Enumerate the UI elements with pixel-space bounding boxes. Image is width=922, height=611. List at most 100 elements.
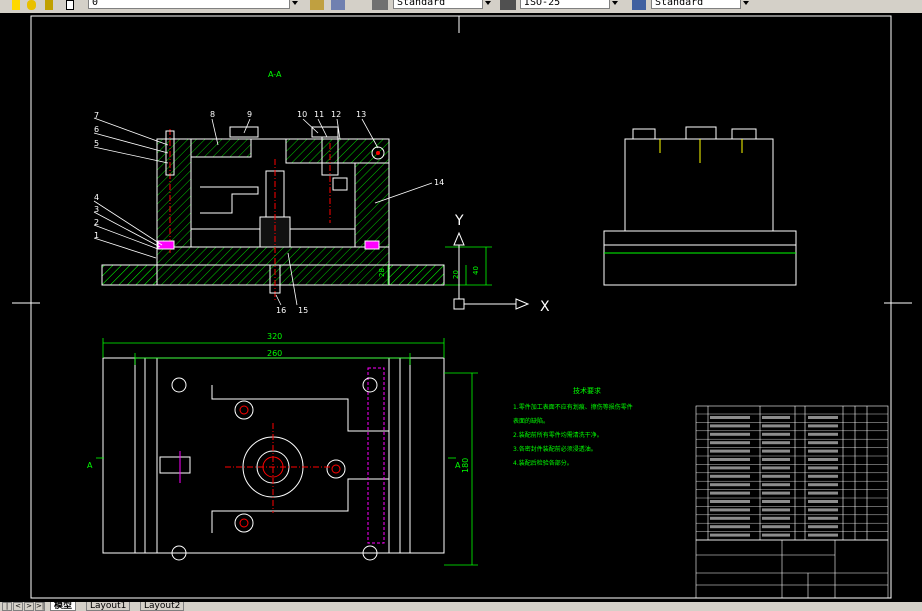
- side-view: [603, 126, 797, 286]
- ucs-y-label: Y: [454, 213, 464, 229]
- bom-cell-text: [710, 533, 750, 537]
- bom-cell-text: [808, 491, 838, 495]
- bom-cell-text: [808, 474, 838, 478]
- dim-28: 28: [378, 268, 386, 277]
- bom-cell-text: [762, 441, 790, 445]
- bom-cell-text: [762, 416, 790, 419]
- bom-cell-text: [762, 466, 790, 470]
- bom-cell-text: [710, 466, 750, 470]
- ucs-x-label: X: [540, 299, 550, 315]
- part-num-6: 6: [94, 125, 99, 134]
- bom-cell-text: [808, 432, 838, 436]
- last-tab-button[interactable]: >|: [35, 602, 45, 611]
- part-num-10: 10: [297, 110, 307, 119]
- section-mark-left: A: [87, 461, 93, 470]
- drawing-canvas[interactable]: A-A 7 6 5 4 3 2 1 8 9 10 11 12 13 14 15 …: [0, 13, 922, 602]
- bom-cell-text: [710, 508, 750, 512]
- tech-req-line-5: 4.装配后检验各部分。: [513, 459, 573, 467]
- part-num-12: 12: [331, 110, 341, 119]
- tech-req-line-2: 表面的缺陷。: [513, 417, 549, 425]
- tech-req-line-4: 3.各密封件装配前必须浸透油。: [513, 445, 597, 453]
- bom-cell-text: [710, 432, 750, 436]
- part-num-11: 11: [314, 110, 324, 119]
- bom-cell-text: [808, 449, 838, 453]
- section-view: A-A 7 6 5 4 3 2 1 8 9 10 11 12 13 14 15 …: [93, 70, 492, 315]
- dim-inner-width: 260: [267, 349, 282, 358]
- part-num-5: 5: [94, 139, 99, 148]
- tech-req-line-3: 2.装配前所有零件均需清洗干净。: [513, 431, 603, 439]
- next-tab-button[interactable]: >: [24, 602, 34, 611]
- dim-plan-height: 180: [461, 458, 470, 473]
- dim-style-icon[interactable]: [500, 0, 516, 10]
- toolbar: 0 Standard ISO-25 Standard: [0, 0, 922, 13]
- part-num-2: 2: [94, 218, 99, 227]
- bom-cell-text: [710, 449, 750, 453]
- part-num-9: 9: [247, 110, 252, 119]
- section-label: A-A: [268, 70, 282, 79]
- part-num-3: 3: [94, 205, 99, 214]
- layer-color-icon[interactable]: [66, 0, 74, 10]
- dim-style-combo[interactable]: ISO-25: [520, 0, 620, 9]
- layer-manager-icon[interactable]: [310, 0, 324, 10]
- bom-cell-text: [762, 533, 790, 537]
- top-bar: [190, 138, 252, 158]
- bom-cell-text: [808, 525, 838, 529]
- bom-cell-text: [710, 500, 750, 503]
- tab-model[interactable]: 模型: [50, 602, 77, 611]
- dim-overall-width: 320: [267, 332, 282, 341]
- bom-fills: [710, 416, 838, 537]
- layout-tab-bar: |< < > >| 模型 Layout1 Layout2: [0, 602, 922, 611]
- part-num-8: 8: [210, 110, 215, 119]
- layer-lock-icon[interactable]: [45, 0, 53, 10]
- bom-cell-text: [710, 474, 750, 478]
- bom-cell-text: [710, 424, 750, 428]
- bom-cell-text: [762, 449, 790, 453]
- layer-combo[interactable]: 0: [88, 0, 300, 9]
- table-style-combo-arrow-icon[interactable]: [740, 0, 751, 9]
- bom-cell-text: [710, 516, 750, 520]
- text-style-combo-arrow-icon[interactable]: [482, 0, 493, 9]
- bom-cell-text: [762, 500, 790, 503]
- table-style-combo[interactable]: Standard: [651, 0, 751, 9]
- dim-style-combo-arrow-icon[interactable]: [609, 0, 620, 9]
- text-style-combo[interactable]: Standard: [393, 0, 493, 9]
- bom-cell-text: [808, 508, 838, 512]
- layer-sun-icon[interactable]: [27, 0, 36, 10]
- bom-cell-text: [762, 458, 790, 461]
- dim-40: 40: [472, 266, 480, 275]
- text-style-icon[interactable]: [372, 0, 388, 10]
- technical-requirements: 技术要求 1.零件加工表面不应有划痕、擦伤等损伤零件 表面的缺陷。 2.装配前所…: [513, 386, 633, 467]
- bom-cell-text: [762, 516, 790, 520]
- part-num-13: 13: [356, 110, 366, 119]
- bom-cell-text: [762, 525, 790, 529]
- part-num-1: 1: [94, 231, 99, 240]
- tech-req-line-1: 1.零件加工表面不应有划痕、擦伤等损伤零件: [513, 403, 633, 411]
- section-mark-right: A: [455, 461, 461, 470]
- bom-cell-text: [710, 416, 750, 419]
- bom-cell-text: [762, 424, 790, 428]
- bom-cell-text: [808, 416, 838, 419]
- bom-cell-text: [808, 466, 838, 470]
- bom-cell-text: [710, 525, 750, 529]
- part-num-16: 16: [276, 306, 286, 315]
- layer-combo-arrow-icon[interactable]: [289, 0, 300, 9]
- tab-layout1[interactable]: Layout1: [86, 602, 131, 611]
- tab-layout2[interactable]: Layout2: [140, 602, 185, 611]
- bom-cell-text: [710, 458, 750, 461]
- layer-previous-icon[interactable]: [331, 0, 345, 10]
- bom-cell-text: [808, 500, 838, 503]
- part-num-14: 14: [434, 178, 444, 187]
- bom-cell-text: [762, 432, 790, 436]
- bom-cell-text: [762, 474, 790, 478]
- layer-bulb-icon[interactable]: [12, 0, 20, 10]
- bom-cell-text: [808, 516, 838, 520]
- bom-cell-text: [762, 491, 790, 495]
- prev-tab-button[interactable]: <: [13, 602, 23, 611]
- table-style-icon[interactable]: [632, 0, 646, 10]
- first-tab-button[interactable]: |<: [2, 602, 12, 611]
- part-num-7: 7: [94, 111, 99, 120]
- bom-cell-text: [808, 483, 838, 487]
- part-num-15: 15: [298, 306, 308, 315]
- right-wall: [354, 162, 390, 248]
- bom-cell-text: [710, 441, 750, 445]
